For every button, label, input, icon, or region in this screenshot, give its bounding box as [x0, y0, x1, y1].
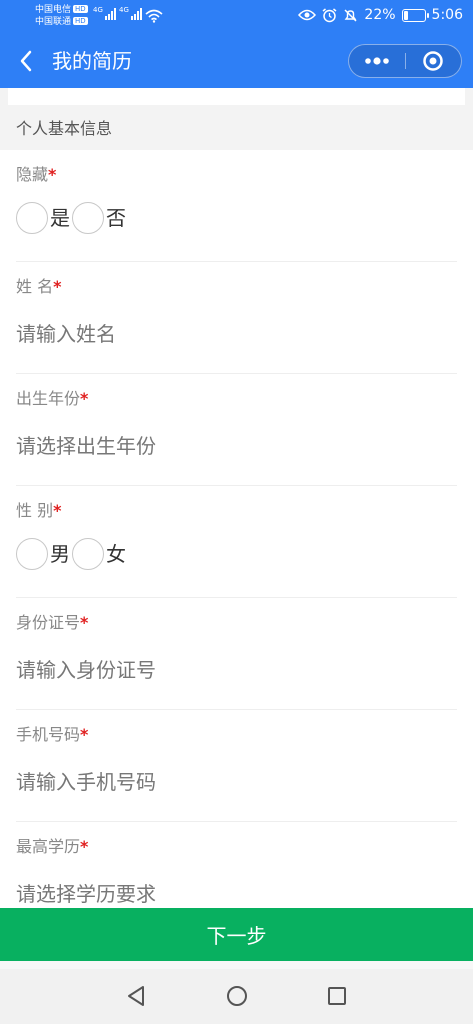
field-label: 手机号码*: [16, 725, 89, 744]
name-input[interactable]: 请输入姓名: [16, 320, 116, 348]
radio-hidden-no[interactable]: 否: [72, 202, 126, 234]
field-label: 最高学历*: [16, 837, 89, 856]
field-label: 性 别*: [16, 501, 62, 520]
field-id-number: 身份证号* 请输入身份证号: [0, 598, 473, 710]
required-mark: *: [48, 165, 57, 184]
field-gender: 性 别* 男 女: [0, 486, 473, 598]
radio-label: 是: [50, 206, 70, 230]
field-label: 出生年份*: [16, 389, 89, 408]
carrier-info: 中国电信 HD 中国联通 HD: [35, 4, 88, 28]
field-education: 最高学历* 请选择学历要求: [0, 822, 473, 908]
carrier-2: 中国联通: [35, 17, 72, 27]
app-header: 中国电信 HD 中国联通 HD 4G 4G 22% 5:06 我的简历: [0, 0, 473, 88]
field-label: 隐藏*: [16, 165, 57, 184]
radio-group-gender: 男 女: [16, 538, 128, 570]
phone-input[interactable]: 请输入手机号码: [16, 768, 156, 796]
field-name: 姓 名* 请输入姓名: [0, 262, 473, 374]
recents-square-icon[interactable]: [325, 984, 349, 1008]
section-header: 个人基本信息: [0, 108, 473, 150]
mute-icon: [343, 8, 358, 23]
battery-icon: [401, 8, 429, 22]
required-mark: *: [80, 389, 89, 408]
radio-circle[interactable]: [72, 202, 104, 234]
bottom-spacer: [0, 961, 473, 969]
system-nav-bar: [0, 969, 473, 1024]
target-circle-icon: [423, 51, 443, 71]
radio-circle[interactable]: [16, 538, 48, 570]
birth-year-picker[interactable]: 请选择出生年份: [16, 432, 156, 460]
alarm-icon: [322, 7, 337, 23]
status-bar: 中国电信 HD 中国联通 HD 4G 4G 22% 5:06: [0, 0, 473, 34]
next-step-button[interactable]: 下一步: [0, 908, 473, 961]
required-mark: *: [53, 501, 62, 520]
education-picker[interactable]: 请选择学历要求: [16, 880, 156, 908]
more-dots-icon: [364, 57, 389, 65]
section-title: 个人基本信息: [16, 119, 113, 138]
required-mark: *: [80, 613, 89, 632]
radio-gender-female[interactable]: 女: [72, 538, 126, 570]
eye-icon: [298, 9, 317, 21]
field-hidden: 隐藏* 是 否: [0, 150, 473, 262]
signal-icon: 4G: [119, 6, 142, 20]
home-circle-icon[interactable]: [225, 984, 249, 1008]
radio-label: 女: [106, 542, 126, 566]
page-title: 我的简历: [52, 49, 132, 73]
hd-badge: HD: [73, 5, 88, 13]
clock-time: 5:06: [431, 7, 463, 23]
signal-icon: 4G: [93, 6, 116, 20]
previous-card-edge: [0, 88, 473, 108]
radio-gender-male[interactable]: 男: [16, 538, 70, 570]
status-right: 22% 5:06: [298, 7, 463, 23]
chevron-left-icon[interactable]: [14, 47, 38, 75]
back-triangle-icon[interactable]: [124, 984, 148, 1008]
carrier-1: 中国电信: [35, 5, 72, 15]
wifi-icon: [145, 8, 163, 27]
nav-bar: 我的简历: [0, 34, 473, 88]
more-button[interactable]: [349, 45, 405, 77]
radio-circle[interactable]: [16, 202, 48, 234]
field-label: 姓 名*: [16, 277, 62, 296]
radio-label: 否: [106, 206, 126, 230]
field-phone: 手机号码* 请输入手机号码: [0, 710, 473, 822]
radio-hidden-yes[interactable]: 是: [16, 202, 70, 234]
required-mark: *: [53, 277, 62, 296]
radio-circle[interactable]: [72, 538, 104, 570]
field-birth-year: 出生年份* 请选择出生年份: [0, 374, 473, 486]
field-label: 身份证号*: [16, 613, 89, 632]
required-mark: *: [80, 837, 89, 856]
form-content[interactable]: 个人基本信息 隐藏* 是 否 姓 名* 请输入姓名 出生年份* 请选择出生年份 …: [0, 88, 473, 908]
id-number-input[interactable]: 请输入身份证号: [16, 656, 156, 684]
close-mini-program-button[interactable]: [406, 45, 462, 77]
battery-percent: 22%: [364, 7, 396, 23]
mini-program-capsule: [348, 44, 462, 78]
required-mark: *: [80, 725, 89, 744]
hd-badge: HD: [73, 17, 88, 25]
radio-label: 男: [50, 542, 70, 566]
radio-group-hidden: 是 否: [16, 202, 128, 234]
